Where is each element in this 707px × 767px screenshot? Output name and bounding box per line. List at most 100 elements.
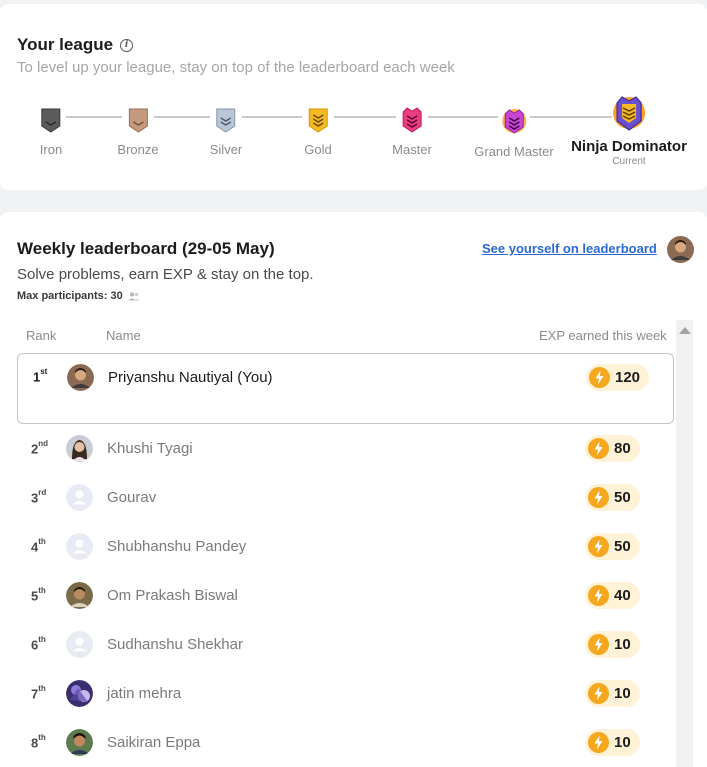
default-avatar-icon	[66, 533, 93, 560]
avatar	[66, 680, 93, 707]
rank-cell: 3rd	[31, 488, 47, 506]
rank-cell: 7th	[31, 684, 46, 702]
rank-cell: 2nd	[31, 439, 49, 457]
exp-value: 10	[614, 636, 631, 653]
table-row-self[interactable]: 1st Priyanshu Nautiyal (You) 120	[17, 353, 674, 424]
tier-connector	[242, 116, 302, 118]
exp-value: 80	[614, 440, 631, 457]
rank-cell: 4th	[31, 537, 46, 555]
player-name: jatin mehra	[107, 685, 182, 702]
exp-column-header: EXP earned this week	[539, 328, 667, 343]
leaderboard-title: Weekly leaderboard (29-05 May)	[17, 239, 275, 258]
people-icon	[128, 292, 140, 300]
exp-value: 50	[614, 538, 631, 555]
tier-label: Bronze	[117, 142, 159, 157]
league-subtitle: To level up your league, stay on top of …	[17, 59, 455, 76]
table-row[interactable]: 5th Om Prakash Biswal 40	[17, 572, 674, 621]
ninja-dominator-badge-icon	[613, 96, 645, 131]
lightning-icon	[588, 732, 609, 753]
tier-connector	[66, 116, 122, 118]
tier-connector	[334, 116, 396, 118]
exp-value: 120	[615, 369, 641, 386]
current-tier-label: Current	[612, 156, 646, 167]
player-name: Gourav	[107, 489, 157, 506]
lightning-icon	[589, 367, 610, 388]
lightning-icon	[588, 683, 609, 704]
max-participants-label: Max participants: 30	[17, 290, 123, 302]
league-card: Your league i To level up your league, s…	[0, 4, 707, 190]
tier-iron: Iron	[40, 107, 62, 157]
rank-cell: 6th	[31, 635, 46, 653]
tier-silver: Silver	[209, 107, 243, 157]
exp-badge: 10	[585, 631, 640, 658]
tier-master: Master	[392, 107, 432, 157]
tier-label: Master	[392, 142, 432, 157]
lightning-icon	[588, 634, 609, 655]
player-name: Sudhanshu Shekhar	[107, 636, 243, 653]
league-title: Your league	[17, 35, 114, 54]
avatar	[66, 729, 93, 756]
tier-label: Gold	[304, 142, 332, 157]
table-row[interactable]: 3rd Gourav 50	[17, 474, 674, 523]
leaderboard-card: Weekly leaderboard (29-05 May) See yours…	[0, 212, 707, 767]
table-row[interactable]: 4th Shubhanshu Pandey 50	[17, 523, 674, 572]
name-column-header: Name	[106, 328, 141, 343]
default-avatar-icon	[66, 631, 93, 658]
rank-cell: 1st	[33, 367, 48, 385]
see-yourself-link[interactable]: See yourself on leaderboard	[482, 241, 657, 256]
exp-value: 50	[614, 489, 631, 506]
tier-label: Iron	[39, 142, 63, 157]
tier-ninja-dominator: Ninja Dominator Current	[571, 94, 687, 167]
lightning-icon	[588, 585, 609, 606]
player-name: Shubhanshu Pandey	[107, 538, 247, 555]
gold-badge-icon	[308, 108, 328, 133]
max-participants: Max participants: 30	[17, 290, 140, 302]
exp-badge: 10	[585, 680, 640, 707]
table-row[interactable]: 7th jatin mehra 10	[17, 670, 674, 719]
default-avatar-icon	[66, 484, 93, 511]
player-name: Om Prakash Biswal	[107, 587, 238, 604]
exp-badge: 80	[585, 435, 640, 462]
scroll-up-arrow-icon[interactable]	[679, 327, 691, 334]
master-badge-icon	[402, 107, 422, 133]
rank-cell: 5th	[31, 586, 46, 604]
silver-badge-icon	[216, 108, 236, 133]
iron-badge-icon	[41, 108, 61, 133]
exp-value: 40	[614, 587, 631, 604]
scrollbar[interactable]	[676, 320, 693, 767]
exp-badge: 50	[585, 484, 640, 511]
user-avatar[interactable]	[667, 236, 694, 263]
tier-label: Grand Master	[474, 144, 554, 159]
exp-badge: 10	[585, 729, 640, 756]
leaderboard-subtitle: Solve problems, earn EXP & stay on the t…	[17, 266, 314, 283]
league-title-row: Your league i	[17, 35, 134, 55]
player-name: Saikiran Eppa	[107, 734, 201, 751]
avatar	[66, 435, 93, 462]
lightning-icon	[588, 487, 609, 508]
player-name: Priyanshu Nautiyal (You)	[108, 369, 273, 386]
tier-label: Ninja Dominator	[571, 138, 687, 155]
avatar	[67, 364, 94, 391]
tier-label: Silver	[209, 142, 243, 157]
rank-column-header: Rank	[26, 328, 57, 343]
info-icon[interactable]: i	[120, 38, 134, 52]
tier-grand-master: Grand Master	[474, 107, 554, 159]
bronze-badge-icon	[128, 108, 148, 133]
exp-badge: 40	[585, 582, 640, 609]
tier-bronze: Bronze	[117, 107, 159, 157]
lightning-icon	[588, 438, 609, 459]
tier-gold: Gold	[304, 107, 332, 157]
exp-badge: 50	[585, 533, 640, 560]
exp-value: 10	[614, 685, 631, 702]
tier-connector	[154, 116, 210, 118]
player-name: Khushi Tyagi	[107, 440, 193, 457]
table-row[interactable]: 2nd Khushi Tyagi 80	[17, 425, 674, 474]
table-row[interactable]: 8th Saikiran Eppa 10	[17, 719, 674, 767]
exp-value: 10	[614, 734, 631, 751]
lightning-icon	[588, 536, 609, 557]
exp-badge: 120	[586, 364, 650, 391]
grand-master-badge-icon	[501, 109, 526, 134]
avatar	[66, 582, 93, 609]
table-row[interactable]: 6th Sudhanshu Shekhar 10	[17, 621, 674, 670]
rank-cell: 8th	[31, 733, 46, 751]
